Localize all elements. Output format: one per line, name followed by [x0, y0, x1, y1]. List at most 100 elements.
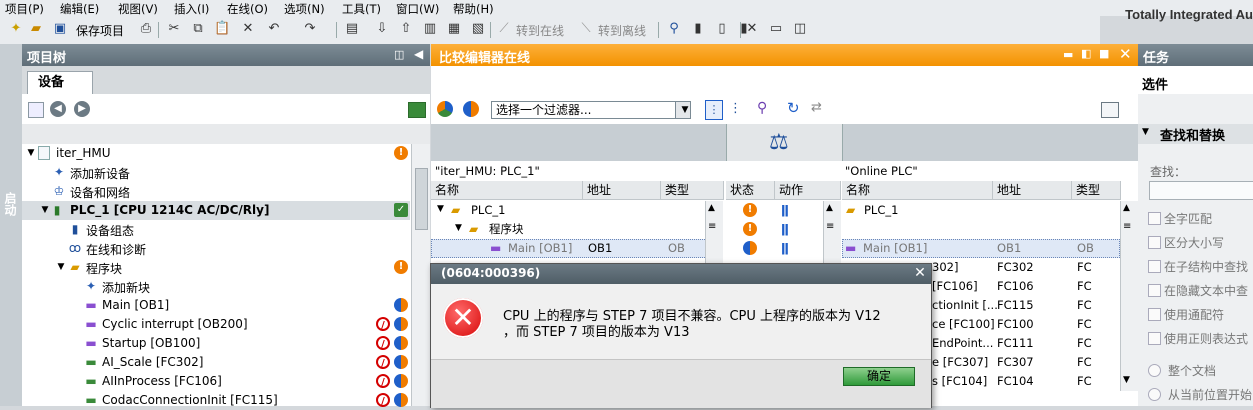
- close-icon[interactable]: ✕: [911, 265, 929, 282]
- tree-item-devices-networks[interactable]: ♔ 设备和网络: [22, 182, 410, 201]
- tree-item-startup[interactable]: ▬ Startup [OB100] /: [22, 334, 410, 353]
- scroll-down-icon[interactable]: ▼: [1123, 375, 1130, 385]
- table-row-selected[interactable]: ▬ Main [OB1] OB1 OB: [842, 239, 1120, 258]
- start-simulation-icon[interactable]: ▥: [422, 21, 438, 37]
- scrollbar-thumb[interactable]: [415, 168, 428, 230]
- tree-item-aiinprocess[interactable]: ▬ AIInProcess [FC106] /: [22, 372, 410, 391]
- maximize-icon[interactable]: ■: [1099, 47, 1109, 60]
- refresh-icon[interactable]: ↻: [787, 99, 800, 117]
- cut-icon[interactable]: ✂: [166, 21, 182, 37]
- go-offline-icon[interactable]: ⟍: [578, 21, 594, 37]
- show-differences-icon[interactable]: [463, 101, 479, 117]
- go-online-button[interactable]: 转到在线: [516, 22, 564, 39]
- cross-reference-list-icon[interactable]: ▯: [714, 21, 730, 37]
- menu-project[interactable]: 项目(P): [5, 1, 44, 17]
- close-icon[interactable]: ✕: [1119, 45, 1132, 63]
- menu-tools[interactable]: 工具(T): [342, 1, 381, 17]
- col-header-address[interactable]: 地址: [583, 181, 661, 200]
- tree-item-program-blocks[interactable]: ▼ ▰ 程序块 !: [22, 258, 410, 277]
- monitoring-icon[interactable]: ▧: [470, 21, 486, 37]
- pause-action-icon[interactable]: ǁ: [781, 203, 789, 217]
- tree-item-main-ob1[interactable]: ▬ Main [OB1]: [22, 296, 410, 315]
- option-find-in-substructures[interactable]: 在子结构中查找: [1148, 258, 1248, 275]
- tree-item-add-block[interactable]: ✦ 添加新块: [22, 277, 410, 296]
- accessible-devices-icon[interactable]: ⚲: [666, 21, 682, 37]
- expand-arrow-icon[interactable]: ▼: [437, 204, 444, 214]
- table-row-selected[interactable]: ▬ Main [OB1] OB1 OB: [431, 239, 723, 258]
- go-offline-button[interactable]: 转到离线: [598, 22, 646, 39]
- col-header-address[interactable]: 地址: [993, 181, 1072, 200]
- expand-arrow-icon[interactable]: ▼: [24, 146, 38, 160]
- start-side-tab[interactable]: 启动: [0, 44, 23, 406]
- checkbox[interactable]: [1148, 260, 1161, 273]
- save-project-button[interactable]: 保存项目: [76, 22, 124, 39]
- split-horizontal-icon[interactable]: ▭: [768, 21, 784, 37]
- col-header-name[interactable]: 名称: [431, 181, 583, 200]
- undo-icon[interactable]: ↶: [266, 21, 282, 37]
- option-use-wildcards[interactable]: 使用通配符: [1148, 306, 1224, 323]
- expand-arrow-icon[interactable]: ▼: [455, 223, 462, 233]
- forward-icon[interactable]: ▶: [74, 101, 90, 117]
- option-find-in-hidden-text[interactable]: 在隐藏文本中查: [1148, 282, 1248, 299]
- compare-options-icon[interactable]: ⚲: [757, 100, 767, 116]
- table-row[interactable]: ▰ PLC_1: [842, 201, 1118, 220]
- option-whole-word[interactable]: 全字匹配: [1148, 210, 1212, 227]
- tree-item-ai-scale[interactable]: ▬ AI_Scale [FC302] /: [22, 353, 410, 372]
- ok-button[interactable]: 确定: [843, 367, 915, 386]
- execute-actions-icon[interactable]: ⇄: [811, 100, 822, 115]
- tree-item-online-diagnostics[interactable]: ꝏ 在线和诊断: [22, 239, 410, 258]
- scroll-up-icon[interactable]: ▲: [826, 203, 833, 213]
- back-icon[interactable]: ◀: [50, 101, 66, 117]
- col-header-name[interactable]: 名称: [842, 181, 993, 200]
- radio[interactable]: [1148, 388, 1161, 401]
- scroll-menu-icon[interactable]: ≡: [826, 221, 834, 232]
- checkbox[interactable]: [1148, 284, 1161, 297]
- project-tree-scrollbar[interactable]: [411, 144, 430, 406]
- go-online-icon[interactable]: ⟋: [496, 21, 512, 37]
- right-table-scrollbar[interactable]: ▲ ≡ ▼: [1120, 201, 1138, 391]
- radio-whole-document[interactable]: 整个文档: [1148, 362, 1216, 379]
- tree-item-cyclic-interrupt[interactable]: ▬ Cyclic interrupt [OB200] /: [22, 315, 410, 334]
- pause-action-icon[interactable]: ǁ: [781, 222, 789, 236]
- new-view-icon[interactable]: [28, 102, 44, 118]
- col-header-action[interactable]: 动作: [775, 181, 841, 200]
- tree-item-add-device[interactable]: ✦ 添加新设备: [22, 163, 410, 182]
- pause-action-icon[interactable]: ǁ: [781, 241, 789, 255]
- scroll-up-icon[interactable]: ▲: [708, 203, 715, 213]
- find-replace-section[interactable]: ▼ 查找和替换: [1138, 124, 1253, 144]
- download-icon[interactable]: ⇩: [374, 21, 390, 37]
- menu-help[interactable]: 帮助(H): [453, 1, 494, 17]
- menu-options[interactable]: 选项(N): [284, 1, 325, 17]
- mid-table-scrollbar[interactable]: ▲ ≡: [823, 201, 841, 263]
- tree-item-iter-hmu[interactable]: ▼ iter_HMU !: [22, 144, 410, 163]
- restore-icon[interactable]: ◧: [1081, 47, 1091, 60]
- radio-from-current-position[interactable]: 从当前位置开始: [1148, 386, 1252, 403]
- tree-item-codac-connection-init[interactable]: ▬ CodacConnectionInit [FC115] /: [22, 391, 410, 410]
- stop-simulation-icon[interactable]: ▦: [446, 21, 462, 37]
- find-input[interactable]: [1149, 181, 1253, 200]
- menu-edit[interactable]: 编辑(E): [60, 1, 99, 17]
- cross-reference-icon[interactable]: ▮: [690, 21, 706, 37]
- open-project-icon[interactable]: ▰: [28, 21, 44, 37]
- delete-icon[interactable]: ✕: [240, 21, 256, 37]
- radio[interactable]: [1148, 364, 1161, 377]
- expand-arrow-icon[interactable]: ▼: [54, 260, 68, 274]
- scroll-menu-icon[interactable]: ≡: [1123, 221, 1131, 232]
- col-header-type[interactable]: 类型: [661, 181, 724, 200]
- print-icon[interactable]: ⎙: [138, 21, 154, 37]
- upload-icon[interactable]: ⇧: [398, 21, 414, 37]
- option-use-regex[interactable]: 使用正则表达式: [1148, 330, 1248, 347]
- pin-icon[interactable]: ◫: [394, 48, 404, 61]
- show-all-icon[interactable]: [437, 101, 453, 117]
- tab-devices[interactable]: 设备: [27, 71, 93, 95]
- compile-icon[interactable]: ▤: [344, 21, 360, 37]
- paste-icon[interactable]: 📋: [214, 21, 230, 37]
- compare-columns-icon[interactable]: ⋮: [705, 100, 723, 120]
- expand-arrow-icon[interactable]: ▼: [1142, 127, 1149, 137]
- tree-item-device-config[interactable]: ▮ 设备组态: [22, 220, 410, 239]
- checkbox[interactable]: [1148, 212, 1161, 225]
- sync-icon[interactable]: [408, 102, 426, 118]
- collapse-left-icon[interactable]: ◀: [414, 47, 423, 61]
- tree-item-plc-1[interactable]: ▼ ▮ PLC_1 [CPU 1214C AC/DC/Rly] ✓: [22, 201, 410, 220]
- split-vertical-icon[interactable]: ◫: [792, 21, 808, 37]
